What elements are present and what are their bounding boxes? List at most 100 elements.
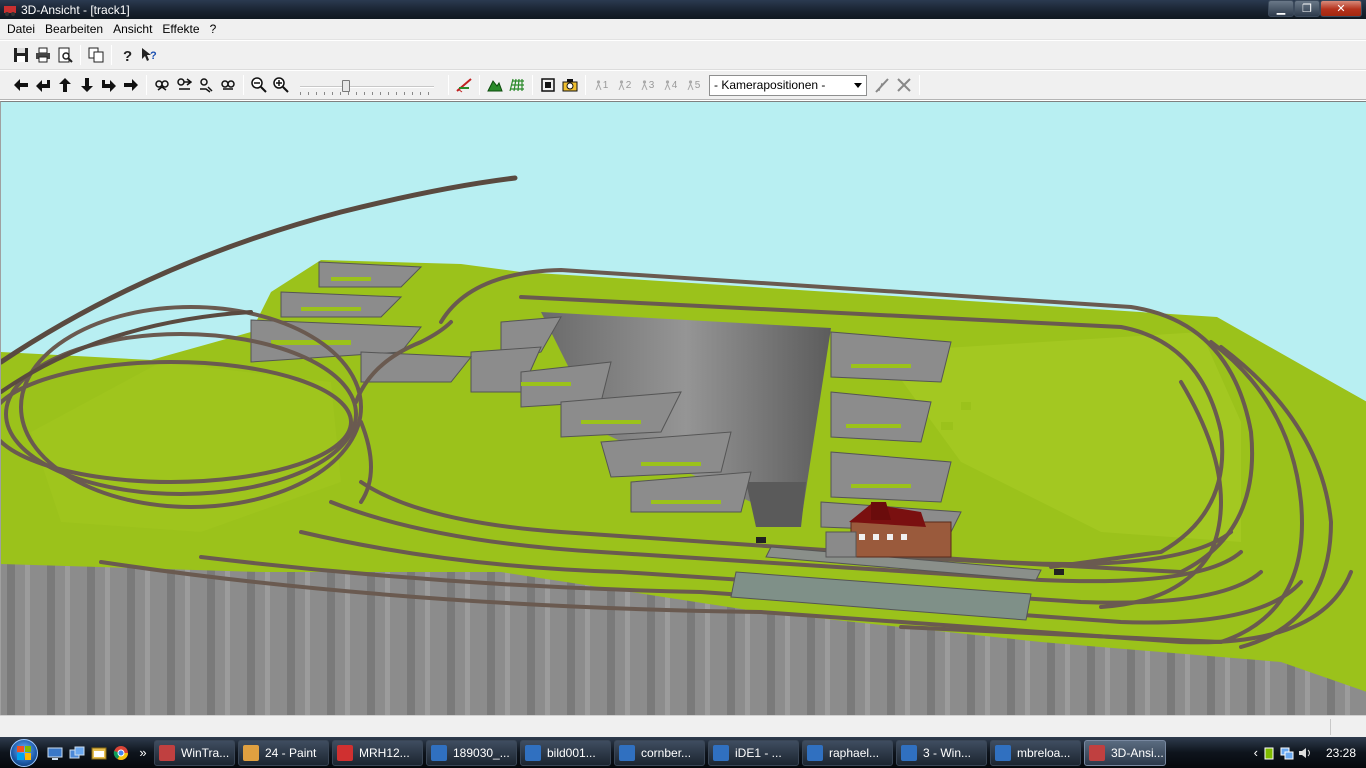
task-label: iDE1 - ... <box>735 745 782 760</box>
menu-effekte[interactable]: Effekte <box>157 19 204 39</box>
clock[interactable]: 23:28 <box>1326 746 1356 760</box>
taskbar-item[interactable]: 189030_... <box>426 739 517 766</box>
print-button[interactable] <box>32 44 54 66</box>
window-title: 3D-Ansicht - [track1] <box>21 2 130 17</box>
menu-help[interactable]: ? <box>205 19 222 39</box>
image-viewer-icon <box>807 744 823 761</box>
slider-thumb[interactable] <box>342 80 350 92</box>
help-button[interactable]: ? <box>116 44 138 66</box>
rotate-right-button[interactable] <box>217 74 239 96</box>
separator <box>448 75 449 95</box>
taskbar-item[interactable]: mbreloa... <box>990 739 1081 766</box>
zoom-in-icon <box>273 77 289 93</box>
camera-3-button[interactable]: 3 <box>636 80 659 91</box>
camera-4-button[interactable]: 4 <box>659 80 682 91</box>
terrain-button[interactable] <box>484 74 506 96</box>
tilt-down-button[interactable] <box>173 74 195 96</box>
arrow-left-icon <box>14 79 28 91</box>
explorer-button[interactable] <box>88 742 110 764</box>
camera-button[interactable] <box>559 74 581 96</box>
menu-bearbeiten[interactable]: Bearbeiten <box>40 19 108 39</box>
task-label: raphael... <box>829 745 880 760</box>
layout-scene[interactable] <box>1 102 1366 715</box>
track-edit-button[interactable] <box>453 74 475 96</box>
view-toolbar: 1 2 3 4 5 - Kamerapositionen - <box>0 71 1366 100</box>
copy-button[interactable] <box>85 44 107 66</box>
camera-3-label: 3 <box>648 79 655 91</box>
print-preview-icon <box>58 47 73 63</box>
power-icon[interactable] <box>1262 746 1276 760</box>
menu-ansicht[interactable]: Ansicht <box>108 19 157 39</box>
zoom-out-button[interactable] <box>248 74 270 96</box>
minimize-button[interactable]: ▁ <box>1268 0 1294 17</box>
camera-edit-button[interactable] <box>871 74 893 96</box>
camera-2-button[interactable]: 2 <box>613 80 636 91</box>
task-label: WinTra... <box>181 745 230 760</box>
switch-windows-button[interactable] <box>66 742 88 764</box>
gorge-floor <box>746 482 806 527</box>
camera-5-button[interactable]: 5 <box>682 80 705 91</box>
grid-button[interactable] <box>506 74 528 96</box>
3d-viewport[interactable] <box>0 101 1366 715</box>
move-right-button[interactable] <box>120 74 142 96</box>
menu-datei[interactable]: Datei <box>2 19 40 39</box>
separator <box>80 45 81 65</box>
taskbar-item-active[interactable]: 3D-Ansi... <box>1084 739 1166 766</box>
start-button[interactable] <box>6 738 44 768</box>
taskbar-item[interactable]: WinTra... <box>154 739 235 766</box>
close-button[interactable]: ✕ <box>1320 0 1362 17</box>
network-icon[interactable] <box>1280 746 1294 760</box>
task-label: 189030_... <box>453 745 510 760</box>
taskbar-item[interactable]: bild001... <box>520 739 611 766</box>
move-up-button[interactable] <box>54 74 76 96</box>
camera-figure-icon <box>687 80 694 90</box>
camera-4-label: 4 <box>671 79 678 91</box>
separator <box>479 75 480 95</box>
separator <box>585 75 586 95</box>
camera-1-button[interactable]: 1 <box>590 80 613 91</box>
camera-figure-icon <box>618 80 625 90</box>
more-quicklaunch-button[interactable]: » <box>132 742 154 764</box>
tilt-up-button[interactable] <box>151 74 173 96</box>
taskbar-item[interactable]: raphael... <box>802 739 893 766</box>
arrow-down-icon <box>81 78 93 92</box>
volume-icon[interactable] <box>1298 746 1312 760</box>
fit-view-button[interactable] <box>537 74 559 96</box>
camera-position-select[interactable]: - Kamerapositionen - <box>709 74 867 96</box>
zoom-in-button[interactable] <box>270 74 292 96</box>
image-viewer-icon <box>901 744 917 761</box>
chrome-button[interactable] <box>110 742 132 764</box>
more-icon: » <box>139 745 147 760</box>
turn-left-button[interactable] <box>32 74 54 96</box>
app-icon[interactable] <box>3 3 17 17</box>
explorer-icon <box>91 747 107 759</box>
task-label: 3 - Win... <box>923 745 972 760</box>
turn-left-icon <box>36 80 50 92</box>
grid-icon <box>509 78 524 92</box>
move-down-button[interactable] <box>76 74 98 96</box>
taskbar-item[interactable]: cornber... <box>614 739 705 766</box>
move-left-button[interactable] <box>10 74 32 96</box>
taskbar-item[interactable]: 24 - Paint <box>238 739 329 766</box>
zoom-slider[interactable] <box>300 74 434 96</box>
taskbar-item[interactable]: 3 - Win... <box>896 739 987 766</box>
view-rotate-left-icon <box>200 78 213 93</box>
context-help-button[interactable]: ? <box>138 44 160 66</box>
arrow-right-icon <box>124 79 138 91</box>
task-label: MRH12... <box>359 745 410 760</box>
maximize-button[interactable]: ❐ <box>1294 0 1320 17</box>
taskbar: » WinTra... 24 - Paint MRH12... 189030_.… <box>0 737 1366 768</box>
menu-bar: Datei Bearbeiten Ansicht Effekte ? <box>0 19 1366 40</box>
separator <box>919 75 920 95</box>
print-preview-button[interactable] <box>54 44 76 66</box>
show-desktop-button[interactable] <box>44 742 66 764</box>
save-button[interactable] <box>10 44 32 66</box>
tray-expand-icon[interactable]: ‹ <box>1254 745 1258 760</box>
image-viewer-icon <box>995 744 1011 761</box>
status-pane <box>1330 719 1366 735</box>
turn-right-button[interactable] <box>98 74 120 96</box>
camera-delete-button[interactable] <box>893 74 915 96</box>
taskbar-item[interactable]: iDE1 - ... <box>708 739 799 766</box>
taskbar-item[interactable]: MRH12... <box>332 739 423 766</box>
rotate-left-button[interactable] <box>195 74 217 96</box>
